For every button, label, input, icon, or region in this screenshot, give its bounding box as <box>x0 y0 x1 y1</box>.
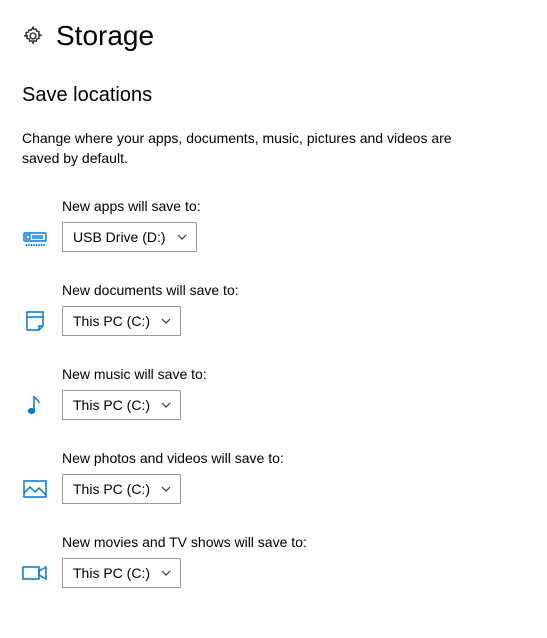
chevron-down-icon <box>160 567 172 579</box>
setting-music-label: New music will save to: <box>62 366 525 382</box>
movies-icon <box>22 564 48 582</box>
apps-dropdown[interactable]: USB Drive (D:) <box>62 222 197 252</box>
photos-icon <box>22 479 48 499</box>
chevron-down-icon <box>160 315 172 327</box>
setting-documents-label: New documents will save to: <box>62 282 525 298</box>
setting-movies-control: This PC (C:) <box>22 558 525 588</box>
setting-music-control: This PC (C:) <box>22 390 525 420</box>
setting-photos-label: New photos and videos will save to: <box>62 450 525 466</box>
movies-dropdown[interactable]: This PC (C:) <box>62 558 181 588</box>
music-dropdown-value: This PC (C:) <box>73 397 150 413</box>
section-title: Save locations <box>22 84 525 107</box>
section-description: Change where your apps, documents, music… <box>22 129 482 168</box>
documents-icon <box>22 310 48 332</box>
setting-movies: New movies and TV shows will save to: Th… <box>22 534 525 588</box>
setting-apps: New apps will save to: USB Drive (D:) <box>22 198 525 252</box>
setting-documents-control: This PC (C:) <box>22 306 525 336</box>
page-title: Storage <box>56 20 154 52</box>
apps-icon <box>22 227 48 247</box>
music-dropdown[interactable]: This PC (C:) <box>62 390 181 420</box>
apps-dropdown-value: USB Drive (D:) <box>73 229 166 245</box>
music-icon <box>22 393 48 417</box>
photos-dropdown[interactable]: This PC (C:) <box>62 474 181 504</box>
page-header: Storage <box>22 20 525 52</box>
chevron-down-icon <box>176 231 188 243</box>
setting-photos-control: This PC (C:) <box>22 474 525 504</box>
setting-documents: New documents will save to: This PC (C:) <box>22 282 525 336</box>
setting-apps-control: USB Drive (D:) <box>22 222 525 252</box>
documents-dropdown[interactable]: This PC (C:) <box>62 306 181 336</box>
setting-photos: New photos and videos will save to: This… <box>22 450 525 504</box>
chevron-down-icon <box>160 399 172 411</box>
photos-dropdown-value: This PC (C:) <box>73 481 150 497</box>
movies-dropdown-value: This PC (C:) <box>73 565 150 581</box>
setting-apps-label: New apps will save to: <box>62 198 525 214</box>
documents-dropdown-value: This PC (C:) <box>73 313 150 329</box>
chevron-down-icon <box>160 483 172 495</box>
setting-movies-label: New movies and TV shows will save to: <box>62 534 525 550</box>
gear-icon <box>22 25 44 47</box>
setting-music: New music will save to: This PC (C:) <box>22 366 525 420</box>
